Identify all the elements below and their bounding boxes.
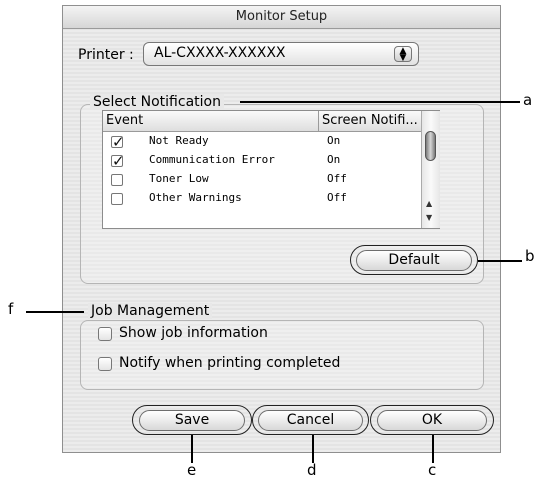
callout-line-d [312, 435, 314, 463]
table-scrollbar[interactable]: ▲ ▼ [421, 111, 440, 228]
title-bar[interactable]: Monitor Setup [63, 6, 500, 29]
row-event: Other Warnings [149, 191, 242, 204]
row-value: On [327, 153, 341, 166]
popup-arrows-icon: ▲ ▼ [394, 46, 412, 63]
checkmark-icon: ✓ [112, 133, 125, 151]
select-notification-label: Select Notification [90, 94, 224, 110]
row-checkbox[interactable]: ✓ [111, 133, 125, 151]
printer-value: AL-CXXXX-XXXXXX [154, 45, 286, 61]
event-table: Event Screen Notifi... ✓ Not Ready On ✓ … [102, 110, 440, 229]
callout-e: e [187, 461, 197, 479]
callout-line-c [432, 435, 434, 463]
table-row[interactable]: Other Warnings Off [103, 190, 421, 208]
scroll-thumb[interactable] [425, 131, 436, 161]
callout-d: d [307, 461, 317, 479]
column-header-screen-notification[interactable]: Screen Notifi... [322, 113, 418, 128]
row-event: Not Ready [149, 134, 209, 147]
callout-line-b [478, 260, 522, 262]
scroll-down-icon[interactable]: ▼ [426, 213, 432, 222]
row-event: Toner Low [149, 172, 209, 185]
table-row[interactable]: ✓ Communication Error On [103, 152, 421, 170]
notify-completed-checkbox[interactable] [98, 357, 112, 371]
job-management-label: Job Management [88, 303, 213, 319]
row-checkbox[interactable] [111, 174, 123, 186]
row-value: On [327, 134, 341, 147]
table-row[interactable]: Toner Low Off [103, 171, 421, 189]
show-job-info-label[interactable]: Show job information [119, 325, 268, 341]
notify-completed-label[interactable]: Notify when printing completed [119, 355, 340, 371]
table-row[interactable]: ✓ Not Ready On [103, 133, 421, 151]
table-header: Event Screen Notifi... [103, 111, 421, 132]
default-button[interactable]: Default [356, 250, 472, 271]
row-value: Off [327, 172, 347, 185]
row-checkbox[interactable]: ✓ [111, 152, 125, 170]
show-job-info-checkbox[interactable] [98, 327, 112, 341]
scroll-up-icon[interactable]: ▲ [426, 199, 432, 208]
row-value: Off [327, 191, 347, 204]
row-checkbox[interactable] [111, 193, 123, 205]
printer-popup[interactable]: AL-CXXXX-XXXXXX ▲ ▼ [143, 42, 419, 66]
printer-label: Printer : [78, 47, 134, 63]
callout-c: c [428, 461, 437, 479]
cancel-button[interactable]: Cancel [258, 410, 363, 431]
callout-a: a [523, 91, 533, 109]
callout-f: f [8, 300, 14, 318]
callout-b: b [525, 247, 535, 265]
callout-line-f [26, 311, 84, 313]
callout-line-e [191, 435, 193, 463]
checkmark-icon: ✓ [112, 152, 125, 170]
ok-button[interactable]: OK [377, 410, 487, 431]
callout-line-a [240, 101, 520, 103]
window-title: Monitor Setup [235, 9, 328, 24]
column-header-event[interactable]: Event [106, 113, 143, 128]
save-button[interactable]: Save [139, 410, 245, 431]
row-event: Communication Error [149, 153, 275, 166]
column-divider [318, 111, 319, 131]
